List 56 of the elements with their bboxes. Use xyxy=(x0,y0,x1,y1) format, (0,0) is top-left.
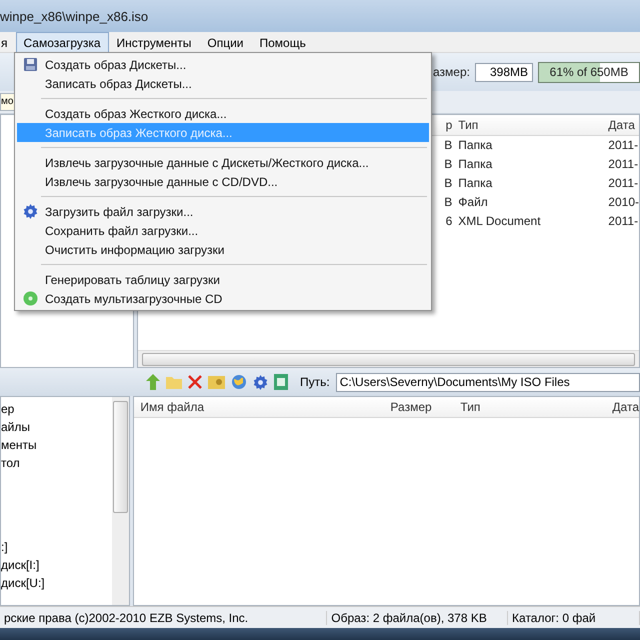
globe-icon[interactable] xyxy=(231,374,247,390)
tree-item[interactable]: :] xyxy=(1,538,112,556)
menu-item[interactable]: Загрузить файл загрузки... xyxy=(17,202,429,221)
tree-item[interactable]: диск[U:] xyxy=(1,574,112,592)
horizontal-scrollbar[interactable] xyxy=(138,350,639,367)
capacity-label: 61% of 650MB xyxy=(548,64,630,80)
menu-item[interactable]: Сохранить файл загрузки... xyxy=(17,221,429,240)
tree-item[interactable]: ер xyxy=(1,400,112,418)
menu-bar-item[interactable]: Опции xyxy=(199,32,252,52)
table-cell-text: 2011- xyxy=(607,175,639,192)
table-cell-text: 6 xyxy=(444,213,452,230)
window-title: winpe_x86\winpe_x86.iso xyxy=(0,8,148,24)
table-cell-text: 2010- xyxy=(607,194,639,211)
menu-bar-item[interactable]: Самозагрузка xyxy=(16,32,109,52)
table-cell-text: Папка xyxy=(457,137,494,154)
menu-bar-item[interactable]: я xyxy=(0,32,16,52)
gear-icon[interactable] xyxy=(253,374,268,390)
status-text: Образ: 2 файла(ов), 378 KB xyxy=(327,610,508,624)
menu-bar-item[interactable]: Инструменты xyxy=(108,32,200,52)
document-icon[interactable] xyxy=(274,374,288,390)
menu-item[interactable]: Создать мультизагрузочные CD xyxy=(17,289,429,308)
size-label: азмер: xyxy=(433,65,470,79)
path-label: Путь: xyxy=(300,375,330,389)
table-cell-text: Папка xyxy=(457,156,494,173)
table-cell-text: 2011- xyxy=(607,213,639,230)
tree-item[interactable]: тол xyxy=(1,454,112,472)
delete-icon[interactable] xyxy=(188,375,202,389)
gear-icon xyxy=(22,204,38,219)
menu-item[interactable]: Создать образ Жесткого диска... xyxy=(17,104,429,123)
table-cell-text: B xyxy=(443,194,452,211)
image-folder-icon[interactable] xyxy=(208,376,225,388)
table-cell-text: B xyxy=(443,137,452,154)
tree-item[interactable]: менты xyxy=(1,436,112,454)
tree-item[interactable]: айлы xyxy=(1,418,112,436)
menu-item[interactable]: Создать образ Дискеты... xyxy=(17,55,429,74)
menu-item[interactable]: Извлечь загрузочные данные с CD/DVD... xyxy=(17,172,429,191)
status-text: Каталог: 0 фай xyxy=(508,610,640,624)
up-arrow-icon[interactable] xyxy=(146,374,160,390)
path-field[interactable]: C:\Users\Severny\Documents\My ISO Files xyxy=(336,372,640,392)
status-text: рские права (c)2002-2010 EZB Systems, Inc. xyxy=(0,610,328,624)
table-cell-text: B xyxy=(443,175,452,192)
table-cell-text: B xyxy=(443,156,452,173)
menu-bar-item[interactable]: Помощь xyxy=(252,32,314,52)
table-cell-text: Файл xyxy=(457,194,489,211)
menu-item[interactable]: Очистить информацию загрузки xyxy=(17,240,429,259)
menu-item[interactable]: Записать образ Дискеты... xyxy=(17,74,429,93)
table-cell-text: 2011- xyxy=(607,156,639,173)
table-cell-text: 2011- xyxy=(607,137,639,154)
menu-item[interactable]: Извлечь загрузочные данные с Дискеты/Жесткого диска... xyxy=(17,153,429,172)
vertical-scrollbar[interactable] xyxy=(112,397,130,605)
table-cell-text: XML Document xyxy=(457,213,542,230)
menu-item[interactable]: Генерировать таблицу загрузки xyxy=(17,270,429,289)
size-field: 398MB xyxy=(475,62,533,82)
tree-item[interactable]: диск[I:] xyxy=(1,556,112,574)
table-cell-text: Папка xyxy=(457,175,494,192)
disc-icon xyxy=(22,291,38,306)
